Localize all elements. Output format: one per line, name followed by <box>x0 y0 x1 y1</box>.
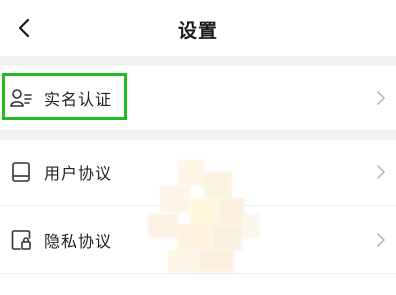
row-label-privacy-agreement: 隐私协议 <box>44 232 113 251</box>
nav-bar: 设置 <box>0 0 396 56</box>
page-title: 设置 <box>177 20 218 42</box>
chevron-right-icon <box>377 233 385 247</box>
highlight-box <box>2 73 127 120</box>
settings-screen: 设置 实名认证 用户协议 隐私协议 <box>0 0 396 295</box>
row-label-user-agreement: 用户协议 <box>44 164 113 183</box>
chevron-right-icon <box>377 91 385 105</box>
section-separator <box>0 56 396 66</box>
row-divider <box>0 273 396 274</box>
book-icon <box>12 162 30 182</box>
chevron-right-icon <box>377 165 385 179</box>
section-separator <box>0 130 396 140</box>
lock-document-icon <box>11 230 31 250</box>
